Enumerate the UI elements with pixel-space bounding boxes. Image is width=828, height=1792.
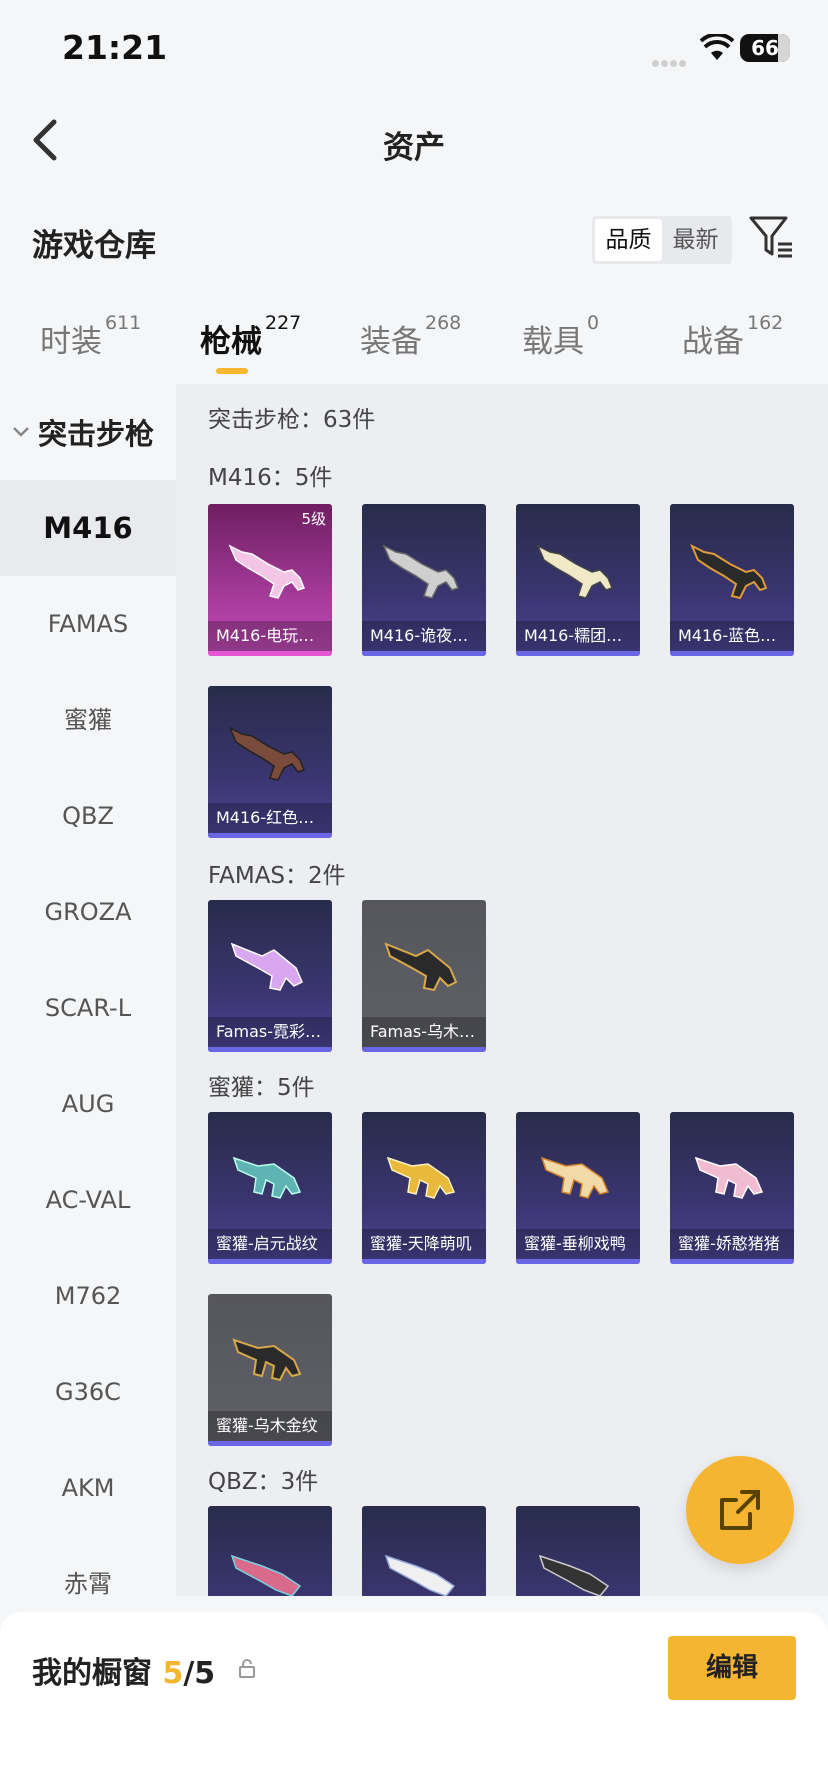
weapon-name: 蜜獾-乌木金纹 — [208, 1411, 332, 1441]
rifle-icon — [230, 942, 303, 991]
nav-bar: 资产 — [0, 100, 828, 180]
sidebar-item-aug[interactable]: AUG — [0, 1056, 176, 1152]
tab-firearms[interactable]: 枪械227 — [200, 312, 301, 380]
showcase-count: 5 — [162, 1656, 184, 1691]
group-header-mihuan: 蜜獾：5件 — [208, 1075, 315, 1101]
smg-icon — [232, 1338, 302, 1382]
weapon-card[interactable]: 蜜獾-天降萌叽 — [362, 1112, 486, 1264]
weapon-name: 蜜獾-垂柳戏鸭 — [516, 1229, 640, 1259]
filter-icon[interactable] — [748, 214, 794, 260]
weapon-name: Famas-乌木… — [362, 1017, 486, 1047]
weapon-name: M416-蓝色… — [670, 621, 794, 651]
group-header-qbz: QBZ：3件 — [208, 1469, 319, 1495]
weapon-name: Famas-霓彩… — [208, 1017, 332, 1047]
weapon-card[interactable]: Famas-霓彩… — [208, 900, 332, 1052]
active-tab-indicator — [216, 368, 248, 374]
battery-indicator: 66 — [740, 34, 790, 62]
rifle-icon — [230, 1554, 302, 1596]
weapon-card[interactable] — [362, 1506, 486, 1596]
category-summary: 突击步枪：63件 — [208, 407, 376, 433]
rifle-icon — [384, 1554, 456, 1596]
sidebar-item-famas[interactable]: FAMAS — [0, 576, 176, 672]
signal-icon — [652, 52, 690, 67]
tab-supplies[interactable]: 战备162 — [682, 312, 783, 380]
group-header-m416: M416：5件 — [208, 465, 333, 491]
sidebar-item-scar-l[interactable]: SCAR-L — [0, 960, 176, 1056]
weapon-name: 蜜獾-天降萌叽 — [362, 1229, 486, 1259]
share-button[interactable] — [686, 1456, 794, 1564]
wifi-icon — [700, 34, 734, 60]
rifle-icon — [690, 543, 768, 600]
category-tabs: 时装611 枪械227 装备268 载具0 战备162 — [0, 312, 828, 380]
weapon-card[interactable]: M416-诡夜… — [362, 504, 486, 656]
weapon-card[interactable] — [516, 1506, 640, 1596]
status-bar: 21:21 66 — [0, 0, 828, 100]
rifle-icon — [538, 1554, 610, 1596]
tab-vehicles[interactable]: 载具0 — [522, 312, 599, 380]
tab-equipment[interactable]: 装备268 — [360, 312, 461, 380]
weapon-card[interactable]: M416-红色… — [208, 686, 332, 838]
rifle-icon — [384, 942, 458, 992]
weapon-name: M416-糯团… — [516, 621, 640, 651]
status-time: 21:21 — [62, 28, 168, 67]
weapon-name: M416-电玩… — [208, 621, 332, 651]
weapon-name: 蜜獾-启元战纹 — [208, 1229, 332, 1259]
tab-fashion[interactable]: 时装611 — [40, 312, 141, 380]
share-icon — [720, 1490, 760, 1530]
rifle-icon — [536, 544, 613, 599]
smg-icon — [540, 1156, 610, 1199]
chevron-down-icon — [13, 427, 29, 437]
sidebar-item-mihuan[interactable]: 蜜獾 — [0, 672, 176, 768]
lock-icon — [239, 1659, 255, 1678]
sidebar-item-g36c[interactable]: G36C — [0, 1344, 176, 1440]
sort-option-newest[interactable]: 最新 — [662, 219, 729, 261]
smg-icon — [232, 1156, 302, 1199]
weapon-card[interactable]: 蜜獾-启元战纹 — [208, 1112, 332, 1264]
showcase-bar: 我的橱窗 5/5 编辑 — [0, 1612, 828, 1792]
sort-option-quality[interactable]: 品质 — [595, 219, 662, 261]
sidebar-item-qbz[interactable]: QBZ — [0, 768, 176, 864]
edit-button[interactable]: 编辑 — [668, 1636, 796, 1700]
section-title: 游戏仓库 — [32, 228, 156, 264]
showcase-label: 我的橱窗 5/5 — [32, 1656, 216, 1691]
weapon-sidebar: 突击步枪 M416 FAMAS 蜜獾 QBZ GROZA SCAR-L AUG … — [0, 384, 176, 1598]
weapon-card[interactable]: M416-蓝色… — [670, 504, 794, 656]
sidebar-item-ac-val[interactable]: AC-VAL — [0, 1152, 176, 1248]
weapon-grid: 突击步枪：63件 M416：5件 5级 M416-电玩… M416-诡夜… M4… — [176, 384, 828, 1596]
rifle-icon — [382, 544, 459, 599]
weapon-card[interactable]: 蜜獾-娇憨猪猪 — [670, 1112, 794, 1264]
sidebar-item-m416[interactable]: M416 — [0, 480, 176, 576]
smg-icon — [694, 1156, 764, 1199]
sidebar-item-akm[interactable]: AKM — [0, 1440, 176, 1536]
weapon-card[interactable]: 蜜獾-乌木金纹 — [208, 1294, 332, 1446]
group-header-famas: FAMAS：2件 — [208, 863, 346, 889]
weapon-name: M416-诡夜… — [362, 621, 486, 651]
sidebar-item-groza[interactable]: GROZA — [0, 864, 176, 960]
sidebar-item-m762[interactable]: M762 — [0, 1248, 176, 1344]
weapon-name: M416-红色… — [208, 803, 332, 833]
rifle-icon — [228, 544, 305, 599]
weapon-card[interactable]: M416-糯团… — [516, 504, 640, 656]
weapon-card[interactable]: 5级 M416-电玩… — [208, 504, 332, 656]
smg-icon — [386, 1156, 456, 1199]
weapon-name: 蜜獾-娇憨猪猪 — [670, 1229, 794, 1259]
page-title: 资产 — [383, 130, 445, 166]
sidebar-group-assault-rifles[interactable]: 突击步枪 — [0, 384, 176, 480]
weapon-card[interactable]: Famas-乌木… — [362, 900, 486, 1052]
weapon-card[interactable] — [208, 1506, 332, 1596]
rifle-icon — [228, 726, 305, 781]
sort-toggle: 品质 最新 — [592, 216, 732, 264]
level-badge: 5级 — [301, 510, 326, 528]
weapon-card[interactable]: 蜜獾-垂柳戏鸭 — [516, 1112, 640, 1264]
